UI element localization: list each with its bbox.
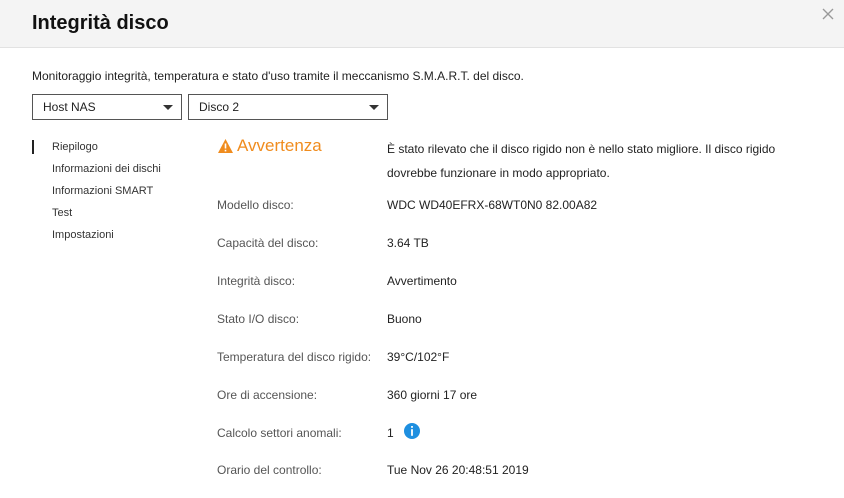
nav-item-label: Impostazioni: [52, 229, 114, 241]
nav-item-label: Test: [52, 207, 73, 219]
nav-item-impostazioni[interactable]: Impostazioni: [32, 228, 161, 250]
disk-select-value: Disco 2: [199, 100, 240, 114]
host-select-value: Host NAS: [43, 100, 96, 114]
active-indicator: [32, 140, 34, 154]
check-time-label: Orario del controllo:: [217, 463, 322, 477]
nav-item-riepilogo[interactable]: Riepilogo: [32, 140, 161, 162]
nav-item-test[interactable]: Test: [32, 206, 161, 228]
warning-title: Avvertenza: [237, 136, 322, 155]
info-icon[interactable]: [404, 423, 420, 439]
close-icon[interactable]: [820, 6, 836, 22]
health-value: Avvertimento: [387, 274, 457, 288]
power-on-hours-value: 360 giorni 17 ore: [387, 388, 478, 402]
temperature-label: Temperatura del disco rigido:: [217, 350, 372, 364]
chevron-down-icon: [163, 105, 173, 110]
nav-item-informazioni-smart[interactable]: Informazioni SMART: [32, 184, 161, 206]
io-status-label: Stato I/O disco:: [217, 312, 300, 326]
disk-select[interactable]: Disco 2: [188, 94, 388, 120]
power-on-hours-label: Ore di accensione:: [217, 388, 318, 402]
nav-item-label: Riepilogo: [52, 141, 98, 153]
nav-item-label: Informazioni dei dischi: [52, 163, 161, 175]
dialog-header: Integrità disco: [0, 0, 844, 48]
warning-icon: [218, 139, 233, 153]
warning-status: Avvertenza: [217, 136, 322, 156]
sidebar-nav: Riepilogo Informazioni dei dischi Inform…: [32, 140, 161, 250]
io-status-value: Buono: [387, 312, 422, 326]
capacity-label: Capacità del disco:: [217, 236, 319, 250]
dialog-description: Monitoraggio integrità, temperatura e st…: [32, 69, 524, 83]
chevron-down-icon: [369, 105, 379, 110]
model-value: WDC WD40EFRX-68WT0N0 82.00A82: [387, 198, 598, 212]
nav-item-label: Informazioni SMART: [52, 185, 154, 197]
capacity-value: 3.64 TB: [387, 236, 429, 250]
temperature-value: 39°C/102°F: [387, 350, 450, 364]
warning-message: È stato rilevato che il disco rigido non…: [387, 142, 776, 180]
health-label: Integrità disco:: [217, 274, 296, 288]
check-time-value: Tue Nov 26 20:48:51 2019: [387, 463, 529, 477]
bad-sectors-label: Calcolo settori anomali:: [217, 426, 342, 440]
bad-sectors-value: 1: [387, 426, 394, 440]
host-select[interactable]: Host NAS: [32, 94, 182, 120]
nav-item-informazioni-dischi[interactable]: Informazioni dei dischi: [32, 162, 161, 184]
model-label: Modello disco:: [217, 198, 294, 212]
dialog-title: Integrità disco: [32, 12, 169, 34]
